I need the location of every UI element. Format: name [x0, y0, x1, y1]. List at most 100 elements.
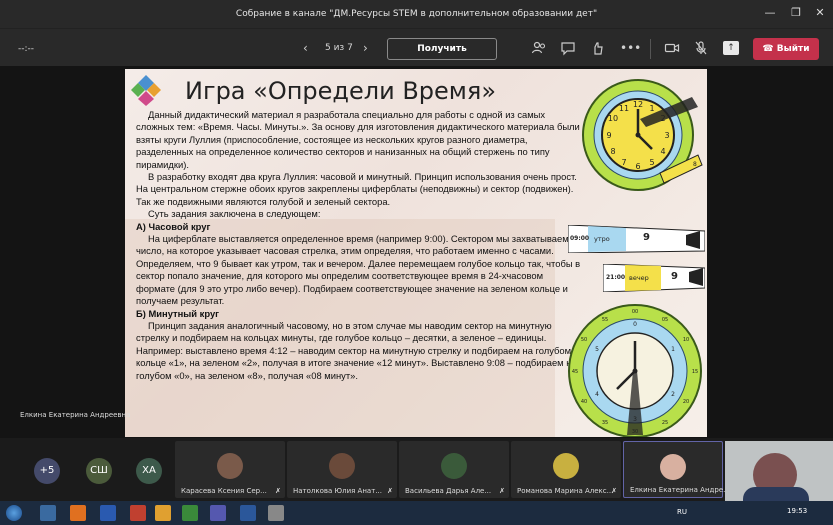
svg-text:35: 35	[602, 420, 608, 426]
shared-content-stage: Игра «Определи Время» Данный дидактическ…	[0, 66, 833, 438]
app-icon[interactable]	[130, 505, 146, 521]
mic-muted-icon: ✗	[387, 487, 393, 495]
avatar	[553, 453, 579, 479]
folder-icon[interactable]	[155, 505, 171, 521]
svg-text:8: 8	[610, 147, 615, 156]
participant-avatar-sh[interactable]: СШ	[86, 458, 112, 484]
participant-tile[interactable]: Натолкова Юлия Анат... ✗	[287, 441, 397, 498]
next-slide-button[interactable]: ›	[363, 41, 368, 55]
avatar	[660, 454, 686, 480]
window-titlebar: Собрание в канале "ДМ.Ресурсы STEM в доп…	[0, 0, 833, 28]
leave-label: Выйти	[776, 44, 810, 54]
participant-name: Натолкова Юлия Анат...	[293, 487, 382, 495]
svg-text:50: 50	[581, 337, 587, 343]
participant-name: Елкина Екатерина Андре...	[630, 486, 730, 494]
participant-name: Романова Марина Алекс...	[517, 487, 614, 495]
participant-avatar-ha[interactable]: ХА	[136, 458, 162, 484]
minimize-button[interactable]: —	[763, 6, 777, 20]
chrome-icon[interactable]	[182, 505, 198, 521]
participant-tile[interactable]: Елкина Екатерина Андре...	[623, 441, 730, 498]
slide-paragraph: Данный дидактический материал я разработ…	[136, 109, 580, 170]
slide-paragraph: В разработку входят два круга Луллия: ча…	[136, 171, 577, 207]
evening-number: 9	[671, 271, 678, 282]
participants-icon[interactable]	[531, 40, 547, 56]
morning-time: 09:00	[570, 235, 590, 242]
svg-text:1: 1	[671, 346, 675, 353]
slide-paragraph: Суть задания заключена в следующем:	[148, 208, 321, 220]
participant-tile[interactable]: Романова Марина Алекс... ✗	[511, 441, 621, 498]
word-icon[interactable]	[240, 505, 256, 521]
language-indicator[interactable]: RU	[677, 508, 687, 516]
svg-text:25: 25	[662, 420, 668, 426]
self-view-video	[725, 441, 833, 504]
evening-time: 21:00	[606, 274, 626, 281]
logo-icon	[131, 75, 161, 106]
camera-icon[interactable]	[664, 40, 680, 56]
presenter-name: Елкина Екатерина Андреевна	[20, 411, 131, 419]
more-participants-badge[interactable]: +5	[34, 458, 60, 484]
app-icon[interactable]	[268, 505, 284, 521]
svg-text:4: 4	[595, 391, 599, 398]
evening-strip: 21:00 вечер 9	[603, 264, 705, 292]
svg-text:15: 15	[692, 369, 698, 375]
svg-text:4: 4	[660, 147, 665, 156]
svg-text:55: 55	[602, 317, 608, 323]
leave-call-button[interactable]: ☎ Выйти	[753, 38, 819, 60]
close-window-button[interactable]: ✕	[813, 6, 827, 20]
chat-icon[interactable]	[560, 40, 576, 56]
avatar	[217, 453, 243, 479]
slide-pager: 5 из 7	[325, 43, 353, 53]
svg-text:10: 10	[683, 337, 689, 343]
participant-tile[interactable]: Карасева Ксения Сер... ✗	[175, 441, 285, 498]
prev-slide-button[interactable]: ‹	[303, 41, 308, 55]
media-icon[interactable]	[70, 505, 86, 521]
avatar	[441, 453, 467, 479]
evening-label: вечер	[629, 274, 649, 282]
explorer-icon[interactable]	[40, 505, 56, 521]
slide-heading-a: А) Часовой круг	[136, 220, 211, 232]
phone-icon: ☎	[762, 44, 777, 54]
start-icon[interactable]	[6, 505, 22, 521]
mic-muted-icon: ✗	[275, 487, 281, 495]
share-screen-icon[interactable]: ↑	[723, 41, 739, 55]
participant-name: Карасева Ксения Сер...	[181, 487, 267, 495]
svg-text:9: 9	[606, 131, 611, 140]
presentation-slide: Игра «Определи Время» Данный дидактическ…	[125, 69, 707, 437]
clock-small-number: 8	[693, 161, 697, 168]
taskbar-clock[interactable]: 19:53	[787, 507, 807, 515]
svg-text:2: 2	[671, 391, 675, 398]
meeting-timer: --:--	[18, 44, 35, 54]
mic-muted-icon[interactable]	[693, 40, 709, 56]
toolbar-divider	[650, 39, 651, 59]
svg-text:5: 5	[649, 158, 654, 167]
mic-muted-icon: ✗	[499, 487, 505, 495]
participant-tile[interactable]: Васильева Дарья Але... ✗	[399, 441, 509, 498]
ie-icon[interactable]	[100, 505, 116, 521]
svg-text:45: 45	[572, 369, 578, 375]
more-options-icon[interactable]: •••	[620, 40, 641, 56]
svg-text:6: 6	[635, 162, 640, 171]
svg-text:3: 3	[664, 131, 669, 140]
svg-text:5: 5	[595, 346, 599, 353]
morning-strip: 09:00 утро 9	[568, 225, 705, 253]
svg-text:11: 11	[619, 104, 629, 113]
slide-heading-b: Б) Минутный круг	[136, 307, 220, 319]
svg-text:0: 0	[633, 321, 637, 328]
slide-paragraph: Принцип задания аналогичный часовому, но…	[136, 319, 577, 381]
svg-text:7: 7	[621, 158, 626, 167]
windows-taskbar: RU 19:53	[0, 501, 833, 525]
svg-text:1: 1	[649, 104, 654, 113]
reactions-icon[interactable]	[590, 40, 606, 56]
teams-icon[interactable]	[210, 505, 226, 521]
mic-muted-icon: ✗	[611, 487, 617, 495]
window-title: Собрание в канале "ДМ.Ресурсы STEM в доп…	[235, 9, 598, 19]
participant-name: Васильева Дарья Але...	[405, 487, 492, 495]
svg-text:20: 20	[683, 399, 689, 405]
hour-clock-illustration: 1212 345 678 91011 8	[582, 79, 703, 191]
morning-label: утро	[594, 235, 610, 243]
maximize-button[interactable]: ❐	[789, 6, 803, 20]
morning-number: 9	[643, 232, 650, 243]
slide-body: Данный дидактический материал я разработ…	[136, 109, 581, 382]
avatar	[329, 453, 355, 479]
take-control-button[interactable]: Получить управление	[387, 38, 497, 74]
